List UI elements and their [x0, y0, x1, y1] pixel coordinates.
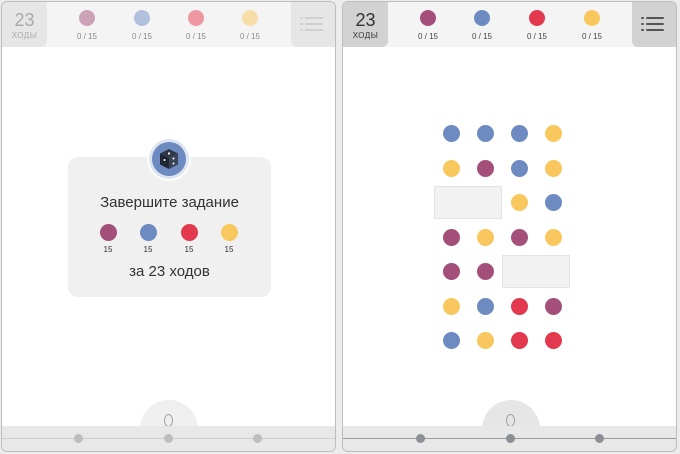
requirement-red: 15: [177, 224, 201, 254]
goal-count: 0 / 15: [185, 32, 206, 41]
goal-purple: 0 / 15: [67, 10, 107, 44]
moves-counter: 23 ХОДЫ: [343, 2, 388, 47]
goal-blue: 0 / 15: [122, 10, 162, 44]
objective-title: Завершите задание: [100, 194, 239, 211]
nav-dot[interactable]: [253, 434, 262, 443]
goal-blue: 0 / 15: [462, 10, 502, 44]
goal-count: 0 / 15: [581, 32, 602, 41]
menu-button[interactable]: [291, 2, 335, 47]
board-dot[interactable]: [442, 297, 460, 315]
nav-dot[interactable]: [416, 434, 425, 443]
moves-number: 23: [14, 10, 35, 30]
requirement-count: 15: [143, 245, 153, 254]
board-dot[interactable]: [442, 159, 460, 177]
board-dot[interactable]: [544, 124, 562, 142]
goal-dot: [79, 10, 95, 26]
dice-icon: [160, 149, 178, 169]
goal-red: 0 / 15: [176, 10, 216, 44]
board-dot[interactable]: [476, 159, 494, 177]
board-dot[interactable]: [442, 228, 460, 246]
requirement-yellow: 15: [217, 224, 241, 254]
bottom-nav: [343, 426, 676, 451]
board-dot[interactable]: [442, 262, 460, 280]
board-dot[interactable]: [476, 331, 494, 349]
requirement-count: 15: [224, 245, 234, 254]
board-dot[interactable]: [544, 159, 562, 177]
nav-dot[interactable]: [74, 434, 83, 443]
board-dot[interactable]: [510, 331, 528, 349]
moves-counter: 23 ХОДЫ: [2, 2, 47, 47]
board-dot[interactable]: [442, 124, 460, 142]
requirement-dot: [99, 224, 117, 241]
empty-cell: [502, 255, 570, 288]
requirement-blue: 15: [136, 224, 160, 254]
board-dot[interactable]: [476, 124, 494, 142]
goal-dot: [420, 10, 436, 26]
moves-number: 23: [355, 10, 376, 30]
nav-dot[interactable]: [595, 434, 604, 443]
dice-badge: [147, 137, 191, 181]
right-panel: 23 ХОДЫ 0 / 15 0 / 15 0 / 15 0 / 15: [342, 1, 677, 452]
goal-count: 0 / 15: [76, 32, 97, 41]
board-dot[interactable]: [544, 193, 562, 211]
requirement-count: 15: [103, 245, 113, 254]
requirement-purple: 15: [96, 224, 120, 254]
board-dot[interactable]: [510, 228, 528, 246]
goal-purple: 0 / 15: [408, 10, 448, 44]
requirement-dot: [180, 224, 198, 241]
objective-footer: за 23 ходов: [129, 263, 210, 280]
goal-count: 0 / 15: [526, 32, 547, 41]
top-bar: 23 ХОДЫ 0 / 15 0 / 15 0 / 15 0 / 15: [2, 2, 335, 47]
goal-count: 0 / 15: [239, 32, 260, 41]
goal-yellow: 0 / 15: [572, 10, 612, 44]
nav-dot[interactable]: [164, 434, 173, 443]
nav-dot[interactable]: [506, 434, 515, 443]
board-dot[interactable]: [476, 228, 494, 246]
moves-label: ХОДЫ: [11, 31, 38, 40]
board-dot[interactable]: [544, 331, 562, 349]
board-dot[interactable]: [476, 297, 494, 315]
board-dot[interactable]: [544, 297, 562, 315]
goal-dot: [474, 10, 490, 26]
goal-dot: [529, 10, 545, 26]
goal-yellow: 0 / 15: [230, 10, 270, 44]
goal-dot: [134, 10, 150, 26]
moves-label: ХОДЫ: [352, 31, 379, 40]
requirement-dot: [220, 224, 238, 241]
board-dot[interactable]: [510, 124, 528, 142]
goal-dot: [584, 10, 600, 26]
board-dot[interactable]: [510, 193, 528, 211]
board-dot[interactable]: [442, 331, 460, 349]
board-dot[interactable]: [510, 297, 528, 315]
board-dot[interactable]: [510, 159, 528, 177]
empty-cell: [434, 186, 502, 219]
menu-button[interactable]: [632, 2, 676, 47]
goal-red: 0 / 15: [517, 10, 557, 44]
bottom-nav: [2, 426, 335, 451]
goal-count: 0 / 15: [471, 32, 492, 41]
goal-count: 0 / 15: [131, 32, 152, 41]
requirement-count: 15: [184, 245, 194, 254]
left-panel: 23 ХОДЫ 0 / 15 0 / 15 0 / 15 0 / 15 Заве…: [1, 1, 336, 452]
requirement-dot: [139, 224, 157, 241]
board-dot[interactable]: [544, 228, 562, 246]
top-bar: 23 ХОДЫ 0 / 15 0 / 15 0 / 15 0 / 15: [343, 2, 676, 47]
board-dot[interactable]: [476, 262, 494, 280]
goal-count: 0 / 15: [417, 32, 438, 41]
goal-dot: [188, 10, 204, 26]
goal-dot: [242, 10, 258, 26]
